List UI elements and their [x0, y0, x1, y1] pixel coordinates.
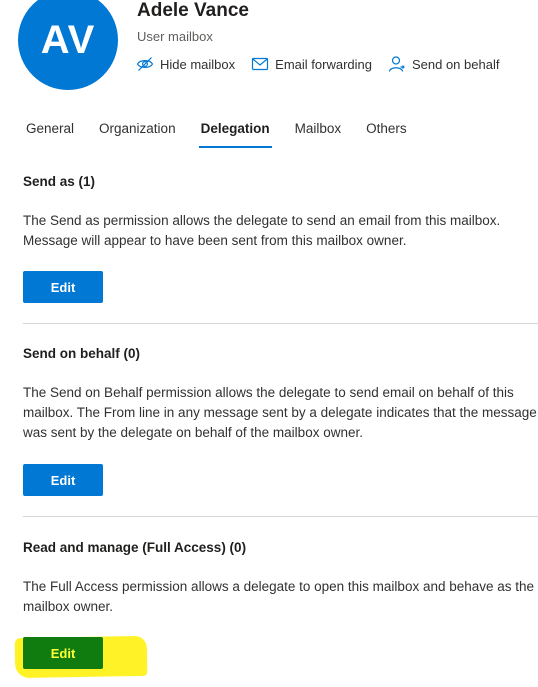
- send-on-behalf-edit-button[interactable]: Edit: [23, 464, 103, 496]
- tab-general[interactable]: General: [26, 121, 74, 148]
- send-as-edit-button[interactable]: Edit: [23, 271, 103, 303]
- section-divider: [23, 516, 538, 517]
- send-on-behalf-description: The Send on Behalf permission allows the…: [23, 385, 537, 440]
- tab-mailbox[interactable]: Mailbox: [295, 121, 342, 148]
- send-on-behalf-label: Send on behalf: [411, 56, 500, 72]
- eye-hide-icon: [136, 57, 154, 71]
- send-as-section: Send as (1) The Send as permission allow…: [23, 174, 538, 314]
- hide-mailbox-action[interactable]: Hide mailbox: [136, 55, 235, 73]
- person-icon: [388, 56, 405, 72]
- send-on-behalf-action[interactable]: Send on behalf: [388, 55, 499, 73]
- section-divider: [23, 323, 538, 324]
- email-forwarding-action[interactable]: Email forwarding: [251, 55, 372, 73]
- mailbox-details-panel: AV Adele Vance User mailbox Hide mailbox…: [0, 0, 538, 687]
- tab-organization[interactable]: Organization: [99, 121, 176, 148]
- envelope-icon: [252, 57, 269, 71]
- mailbox-name: Adele Vance: [137, 0, 249, 21]
- send-on-behalf-section: Send on behalf (0) The Send on Behalf pe…: [23, 346, 538, 506]
- full-access-edit-button[interactable]: Edit: [23, 637, 103, 669]
- full-access-description: The Full Access permission allows a dele…: [23, 579, 535, 614]
- header-actions: Hide mailbox Email forwarding Send on be…: [136, 55, 499, 73]
- send-on-behalf-title: Send on behalf (0): [23, 346, 141, 361]
- hide-mailbox-label: Hide mailbox: [160, 56, 236, 72]
- tab-bar: General Organization Delegation Mailbox …: [26, 121, 432, 148]
- mailbox-type: User mailbox: [137, 29, 213, 44]
- full-access-section: Read and manage (Full Access) (0) The Fu…: [23, 540, 538, 680]
- avatar: AV: [18, 0, 118, 90]
- send-as-description: The Send as permission allows the delega…: [23, 213, 501, 248]
- email-forwarding-label: Email forwarding: [275, 56, 372, 72]
- tab-others[interactable]: Others: [366, 121, 407, 148]
- full-access-title: Read and manage (Full Access) (0): [23, 540, 247, 555]
- tab-delegation[interactable]: Delegation: [198, 121, 272, 148]
- send-as-title: Send as (1): [23, 174, 96, 189]
